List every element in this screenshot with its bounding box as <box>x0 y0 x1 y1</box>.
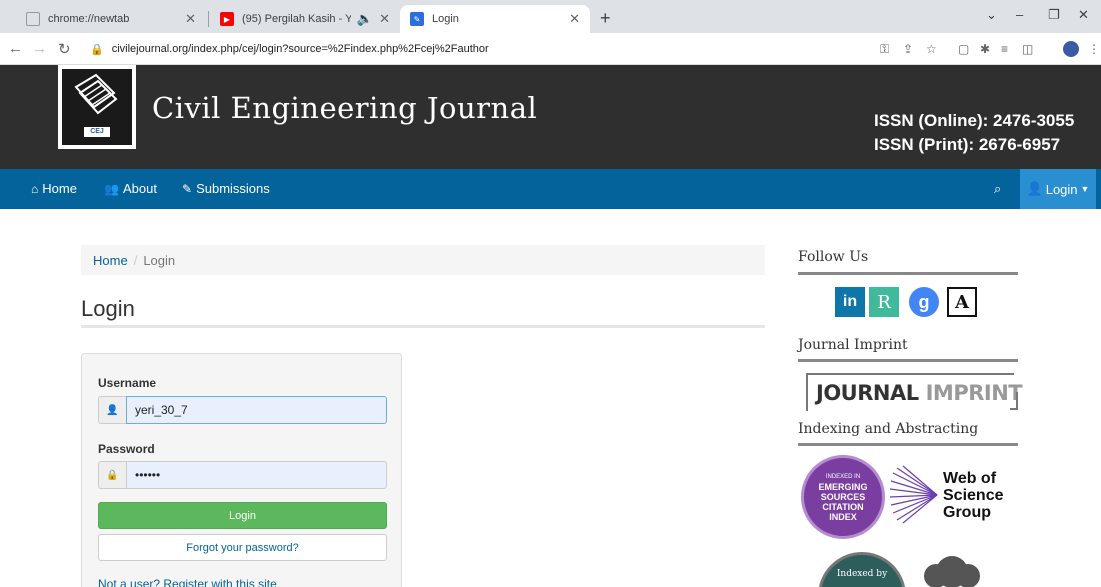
issn-print: ISSN (Print): 2676-6957 <box>874 135 1061 154</box>
forgot-password-link[interactable]: Forgot your password? <box>98 534 387 561</box>
linkedin-icon[interactable]: in <box>835 287 865 317</box>
password-label: Password <box>98 442 155 456</box>
back-icon[interactable]: ← <box>8 40 23 57</box>
username-label: Username <box>98 376 157 390</box>
close-window-icon[interactable]: ✕ <box>1078 7 1089 23</box>
edit-icon: ✎ <box>182 181 193 196</box>
lock-icon: 🔒 <box>98 461 126 489</box>
issn-online: ISSN (Online): 2476-3055 <box>874 111 1075 130</box>
breadcrumb-home[interactable]: Home <box>93 253 128 268</box>
web-of-science-logo-icon <box>889 465 938 524</box>
journal-favicon-icon: ✎ <box>410 12 424 26</box>
indexed-by-badge[interactable]: Indexed by <box>818 552 906 587</box>
esci-badge[interactable]: INDEXED IN EMERGING SOURCES CITATION IND… <box>801 455 885 539</box>
site-title[interactable]: Civil Engineering Journal <box>152 91 537 125</box>
bookmark-star-icon[interactable]: ☆ <box>926 42 937 56</box>
user-icon: 👤 <box>98 396 126 424</box>
close-tab-icon[interactable]: ✕ <box>379 11 390 27</box>
url-field[interactable]: 🔒 civilejournal.org/index.php/cej/login?… <box>90 37 855 61</box>
site-nav: ⌂ Home 👥 About ✎ Submissions ⌕ 👤 Login ▼ <box>0 169 1101 209</box>
login-button[interactable]: Login <box>98 502 387 529</box>
divider <box>798 272 1018 275</box>
menu-icon[interactable]: ⋮ <box>1088 42 1100 56</box>
browser-tab-bar: chrome://newtab ✕ ▶ (95) Pergilah Kasih … <box>0 0 1101 33</box>
tree-logo-icon[interactable] <box>916 552 988 587</box>
register-link[interactable]: Not a user? Register with this site <box>98 577 277 587</box>
password-field[interactable] <box>126 461 387 489</box>
lock-icon[interactable]: 🔒 <box>90 43 104 56</box>
forward-icon[interactable]: → <box>32 40 47 57</box>
tab-search-icon[interactable]: ⌄ <box>986 7 997 23</box>
google-scholar-icon[interactable]: g <box>909 287 939 317</box>
key-icon[interactable]: ⚿ <box>880 42 889 57</box>
login-form: Username 👤 Password 🔒 Login Forgot your … <box>81 353 402 587</box>
profile-avatar[interactable] <box>1063 41 1079 57</box>
nav-about[interactable]: 👥 About <box>104 181 157 196</box>
extension-icon[interactable]: ▢ <box>958 42 969 56</box>
researchgate-icon[interactable]: R <box>869 287 899 317</box>
audio-icon[interactable]: 🔈 <box>357 11 373 27</box>
close-tab-icon[interactable]: ✕ <box>569 11 580 27</box>
new-tab-icon[interactable]: + <box>600 8 611 29</box>
nav-home[interactable]: ⌂ Home <box>31 181 77 196</box>
journal-logo[interactable]: CEJ <box>58 65 136 149</box>
divider <box>798 359 1018 362</box>
side-panel-icon[interactable]: ◫ <box>1022 42 1033 56</box>
home-icon: ⌂ <box>31 181 39 196</box>
document-stack-icon <box>74 73 118 115</box>
tab-youtube[interactable]: ▶ (95) Pergilah Kasih - YouTube 🔈 ✕ <box>210 5 400 33</box>
web-of-science-logo[interactable]: Web of Science Group <box>943 470 1003 521</box>
breadcrumb-current: Login <box>143 252 176 268</box>
share-icon[interactable]: ⇪ <box>903 42 913 56</box>
caret-down-icon: ▼ <box>1080 184 1090 194</box>
search-icon[interactable]: ⌕ <box>994 181 1001 197</box>
username-field[interactable] <box>126 396 387 424</box>
page-title: Login <box>81 296 135 321</box>
journal-imprint-logo[interactable]: JOURNAL IMPRINT <box>806 373 1023 411</box>
minimize-icon[interactable]: – <box>1016 7 1023 22</box>
academia-icon[interactable]: A <box>947 287 977 317</box>
divider <box>81 325 765 328</box>
close-tab-icon[interactable]: ✕ <box>185 11 196 27</box>
puzzle-icon[interactable]: ✱ <box>980 42 990 56</box>
reading-list-icon[interactable]: ≡ <box>1001 42 1008 56</box>
divider <box>798 443 1018 446</box>
indexing-heading: Indexing and Abstracting <box>798 421 979 437</box>
page-icon <box>26 12 40 26</box>
reload-icon[interactable]: ↻ <box>58 40 71 58</box>
tab-login[interactable]: ✎ Login ✕ <box>400 5 590 33</box>
address-bar: ← → ↻ 🔒 civilejournal.org/index.php/cej/… <box>0 33 1101 65</box>
nav-login-dropdown[interactable]: 👤 Login ▼ <box>1020 169 1096 209</box>
nav-submissions[interactable]: ✎ Submissions <box>182 181 270 196</box>
tab-newtab[interactable]: chrome://newtab ✕ <box>16 5 206 33</box>
youtube-icon: ▶ <box>220 12 234 26</box>
users-icon: 👥 <box>104 181 119 196</box>
restore-icon[interactable]: ❐ <box>1048 7 1060 23</box>
follow-us-heading: Follow Us <box>798 249 869 265</box>
journal-imprint-heading: Journal Imprint <box>798 337 908 353</box>
breadcrumb: Home / Login <box>81 245 765 275</box>
user-icon: 👤 <box>1026 181 1043 196</box>
site-header: CEJ Civil Engineering Journal ISSN (Onli… <box>0 65 1101 169</box>
